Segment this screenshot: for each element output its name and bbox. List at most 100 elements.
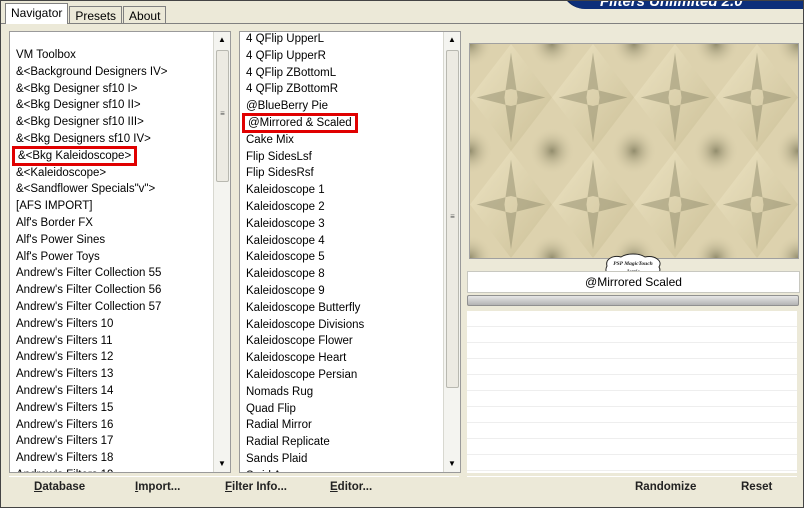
filter-item[interactable]: Kaleidoscope 9 bbox=[240, 283, 443, 300]
category-list[interactable]: VM Toolbox &<Background Designers IV> &<Bk… bbox=[10, 47, 213, 472]
category-item-label: Andrew's Filters 16 bbox=[16, 418, 114, 431]
category-item[interactable]: Alf's Power Sines bbox=[10, 232, 213, 249]
filter-item[interactable]: Nomads Rug bbox=[240, 384, 443, 401]
category-scroll-thumb[interactable]: ≡ bbox=[216, 50, 229, 182]
filter-item-label: Kaleidoscope Persian bbox=[246, 368, 358, 381]
tab-presets[interactable]: Presets bbox=[69, 6, 123, 24]
filter-item-label: Swirl Away bbox=[246, 470, 301, 472]
category-item[interactable]: &<Background Designers IV> bbox=[10, 64, 213, 81]
filter-item[interactable]: 4 QFlip ZBottomR bbox=[240, 81, 443, 98]
parameter-row bbox=[467, 311, 797, 327]
category-item[interactable]: Andrew's Filters 13 bbox=[10, 366, 213, 383]
filter-item-label: Kaleidoscope 3 bbox=[246, 217, 325, 230]
category-item[interactable]: Alf's Border FX bbox=[10, 215, 213, 232]
filter-item[interactable]: Kaleidoscope 5 bbox=[240, 249, 443, 266]
filter-item[interactable]: 4 QFlip ZBottomL bbox=[240, 65, 443, 82]
category-item[interactable]: Andrew's Filters 12 bbox=[10, 349, 213, 366]
filter-item[interactable]: 4 QFlip UpperL bbox=[240, 32, 443, 48]
category-item-label: &<Bkg Designer sf10 III> bbox=[16, 116, 144, 129]
category-item-label: &<Kaleidoscope> bbox=[16, 166, 107, 179]
category-item[interactable]: Andrew's Filter Collection 56 bbox=[10, 282, 213, 299]
category-item[interactable]: Andrew's Filters 15 bbox=[10, 400, 213, 417]
editor-button[interactable]: Editor... bbox=[330, 481, 372, 493]
tab-about[interactable]: About bbox=[123, 6, 167, 24]
filter-item[interactable]: Quad Flip bbox=[240, 401, 443, 418]
category-item[interactable]: Andrew's Filters 16 bbox=[10, 417, 213, 434]
category-item[interactable]: &<Bkg Designer sf10 I> bbox=[10, 81, 213, 98]
scroll-down-arrow-icon[interactable]: ▼ bbox=[444, 457, 460, 471]
grip-icon: ≡ bbox=[220, 109, 225, 118]
filter-item-label: 4 QFlip UpperR bbox=[246, 49, 326, 62]
filter-item[interactable]: Kaleidoscope Butterfly bbox=[240, 300, 443, 317]
category-item-label: Andrew's Filters 14 bbox=[16, 384, 114, 397]
filter-item[interactable]: Cake Mix bbox=[240, 132, 443, 149]
scroll-up-arrow-icon[interactable]: ▲ bbox=[214, 33, 230, 47]
category-item[interactable]: Andrew's Filters 19 bbox=[10, 467, 213, 472]
filter-item[interactable]: Kaleidoscope Persian bbox=[240, 367, 443, 384]
filter-item-label: 4 QFlip ZBottomL bbox=[246, 66, 337, 79]
filter-item-label: Kaleidoscope 4 bbox=[246, 234, 325, 247]
category-item[interactable]: &<Sandflower Specials"v"> bbox=[10, 181, 213, 198]
category-item-label: Andrew's Filter Collection 56 bbox=[16, 284, 162, 297]
randomize-button[interactable]: Randomize bbox=[635, 481, 696, 493]
filter-item[interactable]: Radial Replicate bbox=[240, 434, 443, 451]
category-item[interactable]: Andrew's Filters 18 bbox=[10, 450, 213, 467]
tab-navigator[interactable]: Navigator bbox=[5, 3, 69, 24]
filter-item[interactable]: Flip SidesRsf bbox=[240, 165, 443, 182]
filter-scroll-thumb[interactable]: ≡ bbox=[446, 50, 459, 388]
filter-item[interactable]: Kaleidoscope Flower bbox=[240, 333, 443, 350]
filter-item-label: Quad Flip bbox=[246, 402, 296, 415]
filter-item[interactable]: Kaleidoscope 8 bbox=[240, 266, 443, 283]
filter-item-label: Sands Plaid bbox=[246, 452, 308, 465]
category-item[interactable]: &<Kaleidoscope> bbox=[10, 165, 213, 182]
category-item[interactable]: &<Bkg Designers sf10 IV> bbox=[10, 131, 213, 148]
filter-item[interactable]: Flip SidesLsf bbox=[240, 149, 443, 166]
category-item[interactable]: &<Bkg Designer sf10 II> bbox=[10, 97, 213, 114]
category-item[interactable]: Andrew's Filters 14 bbox=[10, 383, 213, 400]
category-item[interactable]: [AFS IMPORT] bbox=[10, 198, 213, 215]
pattern-shadow bbox=[611, 127, 657, 175]
category-item[interactable]: &<Bkg Kaleidoscope> bbox=[10, 145, 213, 166]
filter-scrollbar[interactable]: ▲ ≡ ▼ bbox=[443, 32, 460, 472]
filter-item[interactable]: Kaleidoscope 3 bbox=[240, 216, 443, 233]
filter-item[interactable]: Kaleidoscope Heart bbox=[240, 350, 443, 367]
filter-item[interactable]: 4 QFlip UpperR bbox=[240, 48, 443, 65]
scroll-down-arrow-icon[interactable]: ▼ bbox=[214, 457, 230, 471]
filter-name-display: @Mirrored Scaled bbox=[467, 271, 800, 293]
category-scrollbar[interactable]: ▲ ≡ ▼ bbox=[213, 32, 230, 472]
import-button[interactable]: Import... bbox=[135, 481, 180, 493]
scroll-up-arrow-icon[interactable]: ▲ bbox=[444, 33, 460, 47]
category-item[interactable]: Andrew's Filters 17 bbox=[10, 433, 213, 450]
category-item[interactable]: Andrew's Filters 10 bbox=[10, 316, 213, 333]
filter-item[interactable]: Kaleidoscope Divisions bbox=[240, 317, 443, 334]
filter-item[interactable]: @BlueBerry Pie bbox=[240, 98, 443, 115]
filter-item[interactable]: Kaleidoscope 4 bbox=[240, 233, 443, 250]
filter-list-panel: 4 QFlip UpperL 4 QFlip UpperR 4 QFlip ZBot… bbox=[239, 31, 461, 473]
filter-item-label: 4 QFlip UpperL bbox=[246, 33, 324, 45]
category-item-label: &<Bkg Designer sf10 II> bbox=[16, 99, 141, 112]
database-button[interactable]: Database bbox=[34, 481, 85, 493]
category-item[interactable]: Alf's Power Toys bbox=[10, 249, 213, 266]
category-item[interactable]: &<Bkg Designer sf10 III> bbox=[10, 114, 213, 131]
filter-item[interactable]: @Mirrored & Scaled bbox=[240, 112, 443, 133]
category-item[interactable]: VM Toolbox bbox=[10, 47, 213, 64]
filter-info-button[interactable]: Filter Info... bbox=[225, 481, 287, 493]
filter-item[interactable]: Sands Plaid bbox=[240, 451, 443, 468]
filter-item[interactable]: Kaleidoscope 1 bbox=[240, 182, 443, 199]
category-item[interactable]: Andrew's Filters 11 bbox=[10, 333, 213, 350]
filter-item[interactable]: Swirl Away bbox=[240, 468, 443, 472]
filter-item[interactable]: Kaleidoscope 2 bbox=[240, 199, 443, 216]
filter-item[interactable]: Radial Mirror bbox=[240, 417, 443, 434]
pattern-shadow bbox=[693, 127, 739, 175]
reset-button[interactable]: Reset bbox=[741, 481, 772, 493]
progress-bar bbox=[467, 295, 799, 306]
category-item-label: Andrew's Filters 17 bbox=[16, 435, 114, 448]
filter-list[interactable]: 4 QFlip UpperL 4 QFlip UpperR 4 QFlip ZBot… bbox=[240, 32, 443, 472]
category-item-label: &<Background Designers IV> bbox=[16, 65, 168, 78]
parameter-row bbox=[467, 423, 797, 439]
category-item[interactable]: Andrew's Filter Collection 57 bbox=[10, 299, 213, 316]
filter-item-label: Kaleidoscope 5 bbox=[246, 251, 325, 264]
filter-item-label: Nomads Rug bbox=[246, 385, 314, 398]
filter-item-label: @BlueBerry Pie bbox=[246, 100, 328, 113]
category-item[interactable]: Andrew's Filter Collection 55 bbox=[10, 265, 213, 282]
